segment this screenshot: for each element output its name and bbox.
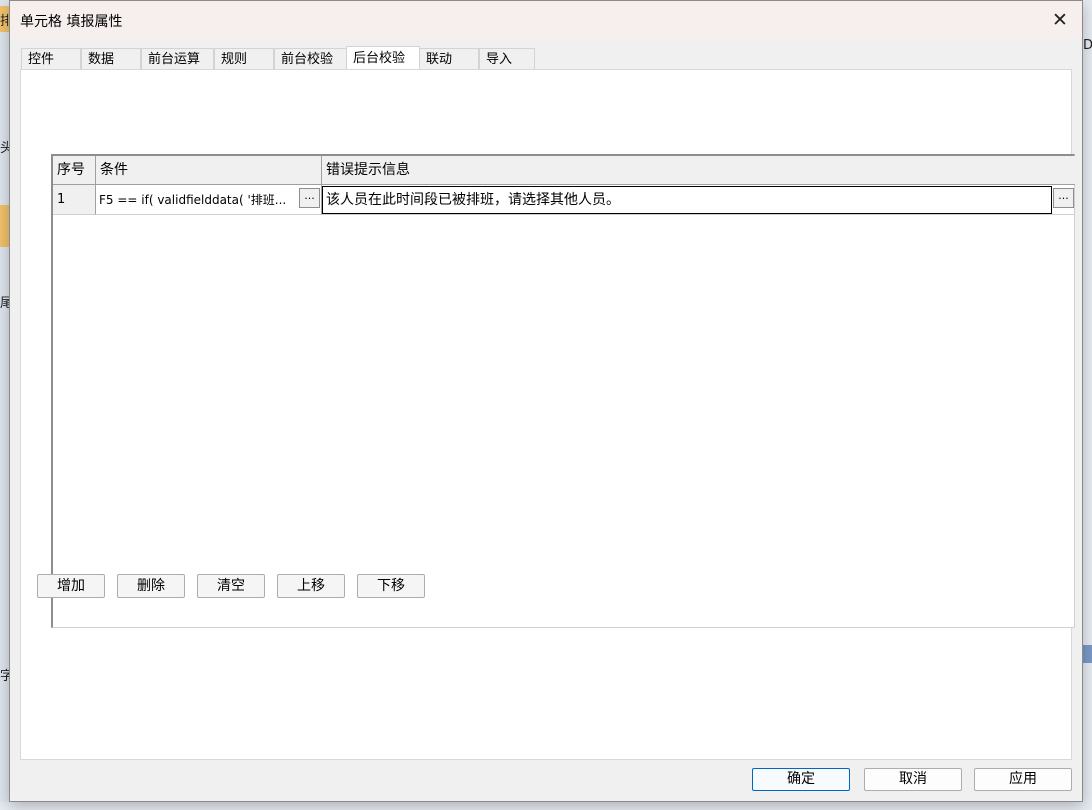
- message-edit-button[interactable]: ...: [1053, 188, 1074, 208]
- tab-data[interactable]: 数据: [81, 48, 141, 69]
- tab-rules[interactable]: 规则: [214, 48, 274, 69]
- table-row[interactable]: F5 == if( validfielddata( '排班... ...: [96, 185, 322, 215]
- cancel-button[interactable]: 取消: [864, 768, 962, 791]
- row-seq-cell[interactable]: 1: [53, 185, 96, 215]
- move-down-button[interactable]: 下移: [357, 574, 425, 598]
- close-icon[interactable]: ✕: [1044, 5, 1076, 35]
- title-bar: 单元格 填报属性 ✕: [10, 1, 1082, 38]
- move-up-button[interactable]: 上移: [277, 574, 345, 598]
- fill-properties-dialog: 单元格 填报属性 ✕ 控件 数据 前台运算 规则 前台校验 后台校验 联动 导入…: [9, 0, 1083, 802]
- clear-button[interactable]: 清空: [197, 574, 265, 598]
- tab-import[interactable]: 导入: [479, 48, 535, 69]
- condition-expression[interactable]: F5 == if( validfielddata( '排班...: [99, 185, 295, 214]
- bg-text-fragment: D: [1083, 38, 1092, 53]
- tab-linkage[interactable]: 联动: [419, 48, 479, 69]
- tab-content-panel: 序号 条件 错误提示信息 1 F5 == if( validfielddata(…: [20, 69, 1075, 760]
- delete-button[interactable]: 删除: [117, 574, 185, 598]
- apply-button[interactable]: 应用: [974, 768, 1072, 791]
- column-header-seq: 序号: [53, 156, 96, 185]
- message-input[interactable]: 该人员在此时间段已被排班，请选择其他人员。: [322, 186, 1052, 214]
- column-header-condition: 条件: [96, 156, 322, 185]
- tab-frontend-validation[interactable]: 前台校验: [274, 48, 347, 69]
- ok-button[interactable]: 确定: [752, 768, 850, 791]
- condition-edit-button[interactable]: ...: [299, 188, 320, 208]
- column-header-message: 错误提示信息: [322, 156, 1075, 185]
- dialog-title: 单元格 填报属性: [20, 14, 123, 30]
- tab-frontend-calc[interactable]: 前台运算: [141, 48, 214, 69]
- validation-table: 序号 条件 错误提示信息 1 F5 == if( validfielddata(…: [51, 154, 1075, 628]
- tab-control[interactable]: 控件: [21, 48, 81, 69]
- message-cell[interactable]: 该人员在此时间段已被排班，请选择其他人员。 ...: [322, 185, 1075, 215]
- add-button[interactable]: 增加: [37, 574, 105, 598]
- tab-backend-validation[interactable]: 后台校验: [346, 46, 420, 69]
